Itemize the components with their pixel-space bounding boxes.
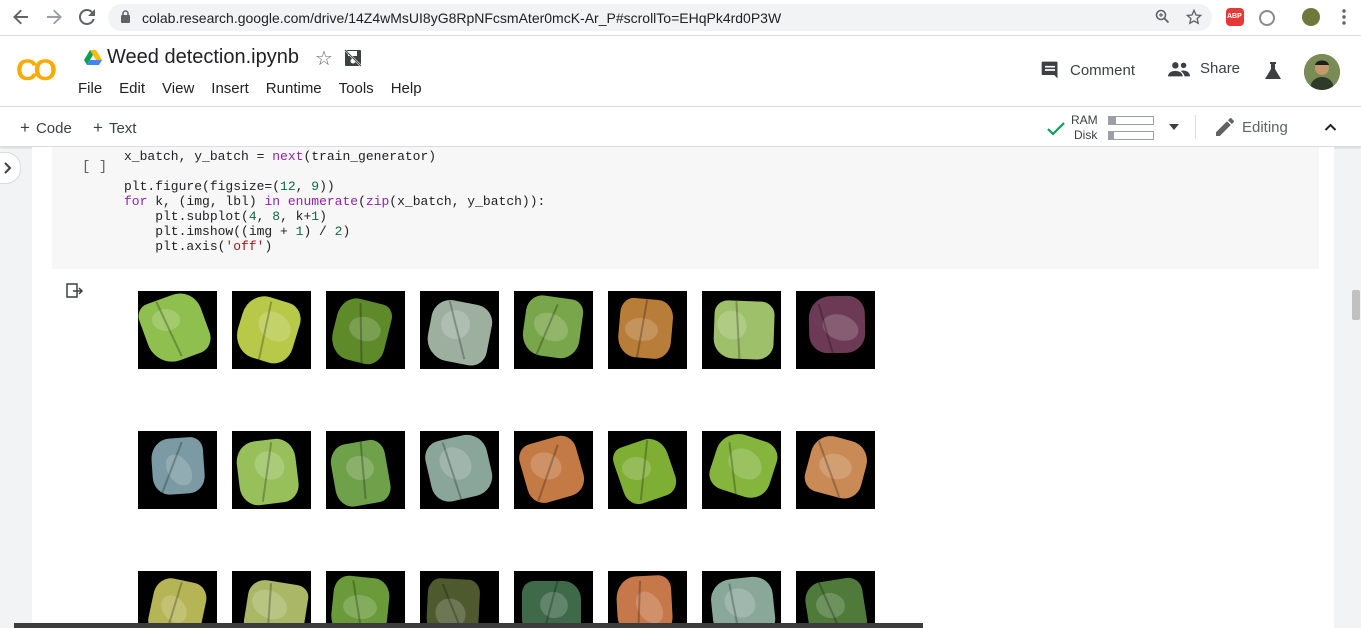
- weed-sample-image: [326, 571, 405, 628]
- ram-bar: [1108, 116, 1154, 125]
- weed-sample-image: [608, 571, 687, 628]
- chevron-down-icon[interactable]: [1169, 124, 1179, 130]
- menu-runtime[interactable]: Runtime: [266, 80, 322, 97]
- drive-icon[interactable]: [84, 50, 102, 66]
- collapse-header-icon[interactable]: [1324, 122, 1337, 131]
- weed-sample-image: [232, 291, 311, 369]
- back-icon[interactable]: [10, 6, 32, 28]
- reload-icon[interactable]: [76, 6, 98, 28]
- profile-avatar[interactable]: [1302, 8, 1320, 26]
- code-line: plt.imshow((img + 1) / 2): [124, 224, 351, 239]
- code-editor[interactable]: x_batch, y_batch = next(train_generator)…: [124, 149, 545, 254]
- adblock-icon[interactable]: ABP: [1226, 8, 1244, 26]
- share-button[interactable]: Share: [1168, 60, 1240, 77]
- extension-icon[interactable]: [1259, 10, 1275, 26]
- chevron-right-icon: [4, 162, 12, 174]
- zoom-icon[interactable]: [1153, 9, 1171, 27]
- code-line: plt.subplot(4, 8, k+1): [124, 209, 327, 224]
- weed-sample-image: [608, 431, 687, 509]
- weed-sample-image: [326, 291, 405, 369]
- weed-sample-image: [796, 571, 875, 628]
- code-cell[interactable]: [ ] x_batch, y_batch = next(train_genera…: [52, 147, 1319, 269]
- code-line: plt.axis('off'): [124, 239, 273, 254]
- notebook-title[interactable]: Weed detection.ipynb: [107, 46, 299, 69]
- weed-sample-image: [514, 291, 593, 369]
- weed-sample-image: [326, 431, 405, 509]
- lock-icon: [121, 10, 130, 23]
- weed-sample-image: [232, 431, 311, 509]
- add-code-button[interactable]: + Code: [20, 118, 72, 138]
- add-text-button[interactable]: + Text: [93, 118, 136, 138]
- output-menu-icon[interactable]: [66, 283, 84, 299]
- weed-sample-image: [138, 571, 217, 628]
- comment-button[interactable]: Comment: [1040, 60, 1135, 80]
- horizontal-scrollbar[interactable]: [14, 623, 923, 628]
- weed-sample-image: [138, 431, 217, 509]
- menu-file[interactable]: File: [78, 80, 102, 97]
- browser-toolbar: colab.research.google.com/drive/14Z4wMsU…: [0, 0, 1361, 36]
- code-line: plt.figure(figsize=(12, 9)): [124, 179, 335, 194]
- star-icon[interactable]: ☆: [315, 46, 333, 71]
- weed-sample-image: [702, 571, 781, 628]
- weed-sample-image: [420, 571, 499, 628]
- editing-mode-button[interactable]: Editing: [1216, 118, 1288, 136]
- weed-sample-image: [796, 431, 875, 509]
- weed-sample-image: [514, 571, 593, 628]
- weed-sample-image: [796, 291, 875, 369]
- menu-edit[interactable]: Edit: [119, 80, 145, 97]
- notebook-body: [ ] x_batch, y_batch = next(train_genera…: [32, 147, 1334, 628]
- code-line: x_batch, y_batch = next(train_generator): [124, 149, 437, 164]
- menu-view[interactable]: View: [162, 80, 194, 97]
- weed-sample-image: [702, 431, 781, 509]
- notebook-toolbar: + Code + Text RAM Disk Editing: [0, 107, 1361, 147]
- lab-flask-icon[interactable]: [1265, 62, 1281, 80]
- disk-bar: [1108, 131, 1154, 140]
- weed-sample-image: [420, 291, 499, 369]
- address-bar[interactable]: colab.research.google.com/drive/14Z4wMsU…: [108, 4, 1212, 31]
- menu-help[interactable]: Help: [391, 80, 422, 97]
- run-cell-button[interactable]: [ ]: [82, 159, 107, 175]
- plus-icon: +: [20, 118, 30, 137]
- menu-tools[interactable]: Tools: [339, 80, 374, 97]
- colab-header: CO Weed detection.ipynb ☆ File Edit View…: [0, 36, 1361, 107]
- connected-check-icon: [1047, 122, 1065, 136]
- toolbar-divider: [1195, 115, 1196, 139]
- people-icon: [1168, 61, 1190, 76]
- comment-icon: [1041, 61, 1058, 79]
- bookmark-star-icon[interactable]: [1185, 8, 1203, 27]
- sidebar-toggle[interactable]: [0, 152, 21, 184]
- plus-icon: +: [93, 118, 103, 137]
- code-line: for k, (img, lbl) in enumerate(zip(x_bat…: [124, 194, 546, 209]
- menu-dots-icon[interactable]: [1333, 6, 1355, 28]
- url-text: colab.research.google.com/drive/14Z4wMsU…: [142, 10, 782, 26]
- not-saved-icon[interactable]: [344, 49, 362, 67]
- weed-sample-image: [138, 291, 217, 369]
- forward-icon[interactable]: [43, 6, 65, 28]
- pencil-icon: [1216, 118, 1234, 136]
- weed-sample-image: [608, 291, 687, 369]
- user-avatar[interactable]: [1304, 54, 1340, 90]
- colab-logo[interactable]: CO: [16, 54, 57, 88]
- weed-sample-image: [702, 291, 781, 369]
- vertical-scrollbar[interactable]: [1352, 290, 1360, 320]
- ram-label: RAM: [1071, 113, 1098, 127]
- weed-sample-image: [420, 431, 499, 509]
- weed-sample-image: [514, 431, 593, 509]
- weed-sample-image: [232, 571, 311, 628]
- menu-bar: File Edit View Insert Runtime Tools Help: [78, 80, 439, 97]
- disk-label: Disk: [1074, 128, 1098, 142]
- menu-insert[interactable]: Insert: [211, 80, 249, 97]
